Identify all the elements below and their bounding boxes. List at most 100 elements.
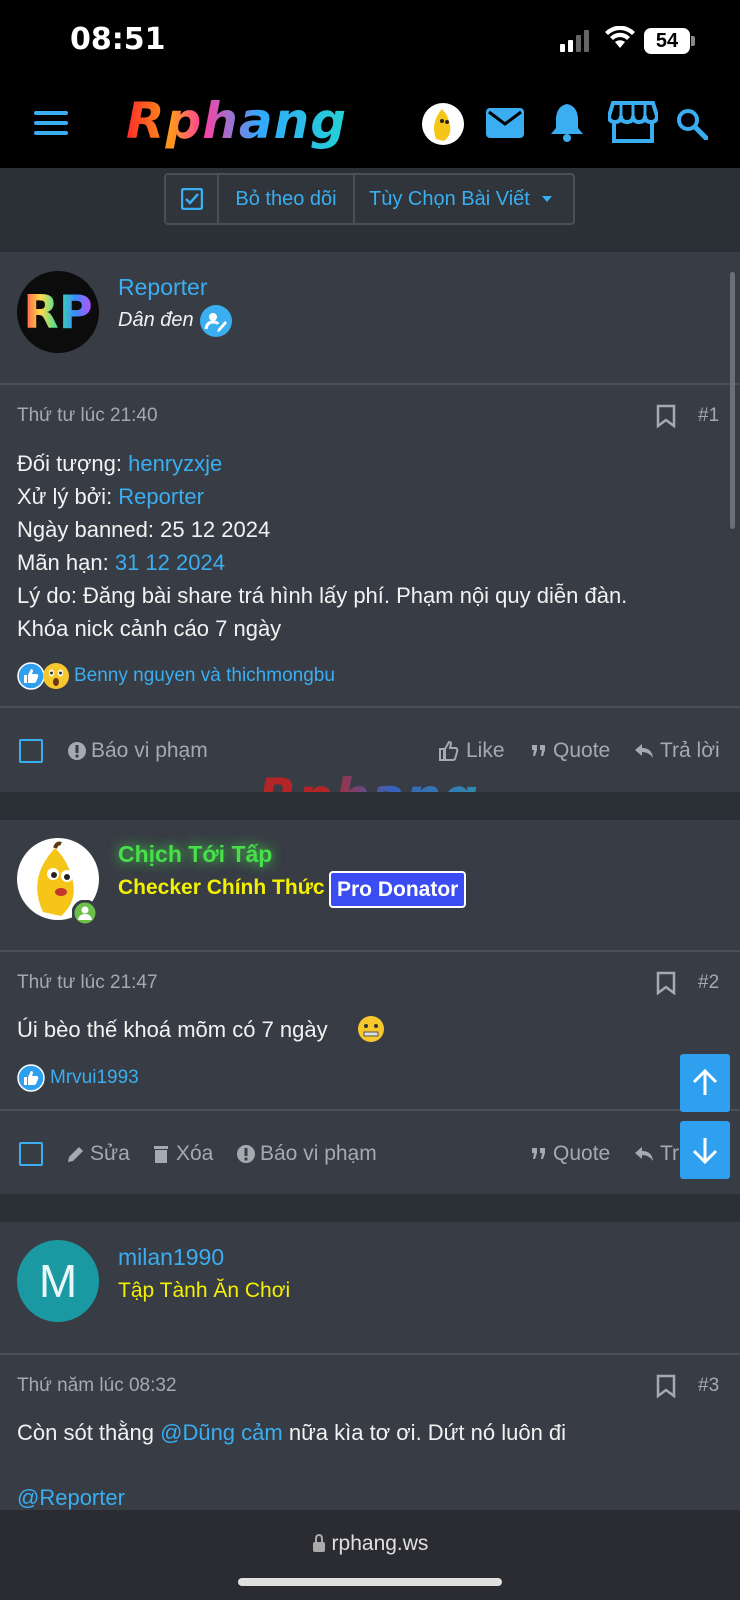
mention-link[interactable]: @Dũng cảm	[160, 1420, 283, 1445]
divider	[0, 1353, 740, 1355]
edit-label: Sửa	[90, 1142, 130, 1165]
post-options-label: Tùy Chọn Bài Viết	[369, 187, 530, 210]
battery-indicator: 54	[644, 28, 690, 54]
line-label: Ngày banned:	[17, 517, 161, 542]
quote-icon	[532, 745, 545, 756]
quote-button[interactable]: Quote	[531, 739, 610, 763]
post-2-date[interactable]: Thứ tư lúc 21:47	[17, 972, 158, 994]
unfollow-button[interactable]: Bỏ theo dõi	[219, 175, 355, 223]
reply-label: Tr	[660, 1142, 680, 1165]
post-1-number[interactable]: #1	[698, 405, 719, 427]
body-line: Ngày banned: 25 12 2024	[17, 513, 727, 546]
site-logo[interactable]: Rphang	[126, 92, 347, 150]
caret-down-icon	[541, 196, 552, 202]
banned-date: 25 12 2024	[160, 517, 271, 542]
post-3	[0, 1222, 740, 1510]
user-avatar[interactable]	[422, 103, 464, 145]
post-2-username[interactable]: Chịch Tới Tấp	[118, 841, 272, 868]
wow-reaction-icon	[43, 663, 69, 689]
hamburger-icon[interactable]	[34, 110, 68, 136]
url-text: rphang.ws	[331, 1532, 429, 1555]
select-post-checkbox[interactable]	[19, 739, 43, 763]
post-options-dropdown[interactable]: Tùy Chọn Bài Viết	[355, 175, 573, 223]
post-2-body: Úi bèo thế khoá mõm có 7 ngày	[17, 1017, 328, 1042]
like-icon	[439, 740, 459, 761]
bookmark-icon[interactable]	[656, 1374, 676, 1398]
battery-nub	[691, 36, 695, 46]
post-1-avatar[interactable]: RP	[17, 271, 99, 353]
post-2-user-title: Checker Chính Thức	[118, 876, 325, 899]
online-status-icon	[72, 900, 98, 926]
body-line: Xử lý bởi: Reporter	[17, 480, 727, 513]
mail-icon[interactable]	[486, 108, 524, 138]
select-thread-checkbox[interactable]	[166, 175, 219, 223]
body-line: Mãn hạn: 31 12 2024	[17, 546, 727, 579]
post-3-date[interactable]: Thứ năm lúc 08:32	[17, 1375, 177, 1397]
line-label: Mãn hạn:	[17, 550, 115, 575]
wifi-icon	[605, 26, 635, 48]
signal-icon	[560, 30, 589, 52]
post-1-reactions[interactable]: Benny nguyen và thichmongbu	[74, 665, 335, 687]
select-post-checkbox[interactable]	[19, 1142, 43, 1166]
line-label: Đối tượng:	[17, 451, 129, 476]
scrollbar[interactable]	[730, 272, 735, 529]
post-2-reactions[interactable]: Mrvui1993	[50, 1067, 139, 1089]
reply-button[interactable]: Tr	[634, 1142, 679, 1166]
home-indicator	[238, 1578, 502, 1586]
avatar-initials: RP	[23, 285, 93, 339]
post-3-body: Còn sót thằng @Dũng cảm nữa kìa tơ ơi. D…	[17, 1416, 727, 1449]
scroll-top-button[interactable]	[680, 1054, 730, 1112]
checkbox-checked-icon	[180, 188, 203, 210]
arrow-down-icon	[692, 1138, 718, 1164]
address-bar[interactable]: rphang.ws	[0, 1532, 740, 1556]
post-3-user-title: Tập Tành Ăn Chơi	[118, 1279, 291, 1302]
like-button[interactable]: Like	[438, 739, 505, 763]
body-text: nữa kìa tơ ơi. Dứt nó luôn đi	[282, 1420, 567, 1445]
bookmark-icon[interactable]	[656, 404, 676, 428]
banana-avatar-icon	[434, 109, 451, 141]
search-icon[interactable]	[676, 108, 708, 140]
report-label: Báo vi phạm	[91, 739, 208, 762]
delete-button[interactable]: Xóa	[154, 1142, 213, 1166]
status-time: 08:51	[70, 22, 166, 57]
post-1-date[interactable]: Thứ tư lúc 21:40	[17, 405, 158, 427]
reply-label: Trả lời	[660, 739, 720, 762]
verified-writer-icon	[200, 305, 232, 337]
post-3-number[interactable]: #3	[698, 1375, 719, 1397]
expire-date-link[interactable]: 31 12 2024	[115, 550, 225, 575]
quote-label: Quote	[553, 739, 611, 762]
like-reaction-icon	[17, 662, 45, 690]
post-3-avatar[interactable]: M	[17, 1240, 99, 1322]
reply-button[interactable]: Trả lời	[634, 739, 720, 763]
post-1-user-title: Dân đen	[118, 309, 194, 331]
body-line: Đối tượng: henryzxje	[17, 447, 727, 480]
report-button[interactable]: Báo vi phạm	[67, 739, 208, 763]
quote-icon	[532, 1148, 545, 1159]
delete-label: Xóa	[176, 1142, 214, 1165]
trash-icon	[154, 1146, 168, 1163]
post-gap	[0, 1194, 740, 1222]
bell-icon[interactable]	[550, 102, 584, 142]
post-2-number[interactable]: #2	[698, 972, 719, 994]
scroll-bottom-button[interactable]	[680, 1121, 730, 1179]
report-icon	[68, 742, 86, 760]
post-3-username[interactable]: milan1990	[118, 1244, 224, 1271]
quote-button[interactable]: Quote	[531, 1142, 610, 1166]
handler-user-link[interactable]: Reporter	[118, 484, 204, 509]
thread-controls: Bỏ theo dõi Tùy Chọn Bài Viết	[164, 173, 575, 225]
avatar-letter: M	[38, 1255, 78, 1307]
reply-icon	[635, 1147, 653, 1161]
like-reaction-icon	[17, 1064, 45, 1092]
store-icon[interactable]	[608, 100, 658, 144]
divider	[0, 706, 740, 708]
body-line: Khóa nick cảnh cáo 7 ngày	[17, 616, 282, 641]
report-icon	[237, 1145, 255, 1163]
target-user-link[interactable]: henryzxje	[128, 451, 222, 476]
post-1-body: Đối tượng: henryzxje Xử lý bởi: Reporter…	[17, 447, 727, 645]
report-button[interactable]: Báo vi phạm	[236, 1142, 377, 1166]
edit-button[interactable]: Sửa	[67, 1142, 130, 1166]
edit-icon	[68, 1147, 83, 1162]
bookmark-icon[interactable]	[656, 971, 676, 995]
divider	[0, 383, 740, 385]
post-1-username[interactable]: Reporter	[118, 274, 207, 301]
